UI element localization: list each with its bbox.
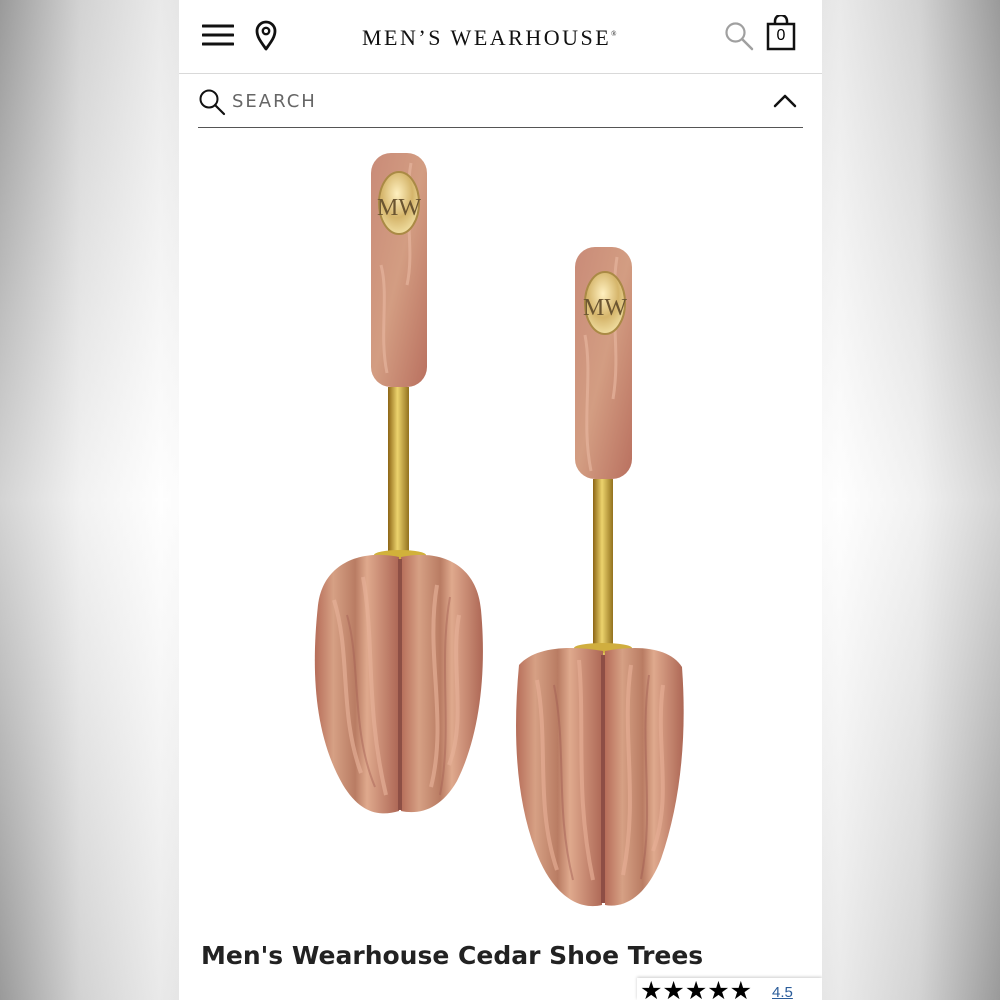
menu-icon[interactable]	[202, 23, 234, 47]
brand-name: MEN’S WEARHOUSE	[362, 25, 612, 50]
product-image-cedar-shoe-trees: MW MW	[314, 153, 684, 907]
chevron-up-icon[interactable]	[772, 91, 798, 109]
registered-mark: ®	[611, 30, 617, 38]
search-icon	[199, 89, 226, 116]
product-rating[interactable]: ★★★★★ 4.5	[637, 978, 822, 1000]
brand-logo[interactable]: MEN’S WEARHOUSE®	[362, 25, 638, 51]
search-input[interactable]	[232, 88, 732, 114]
right-shoe-tree: MW	[516, 247, 684, 907]
shopping-bag-button[interactable]: 0	[766, 15, 796, 51]
location-icon[interactable]	[253, 20, 279, 51]
right-blurred-background	[822, 0, 1000, 1000]
left-blurred-background	[0, 0, 179, 1000]
mw-logo: MW	[377, 195, 421, 221]
cart-count: 0	[776, 27, 786, 44]
search-icon[interactable]	[724, 21, 754, 51]
search-bar	[198, 78, 803, 128]
mw-logo: MW	[583, 295, 627, 321]
product-title: Men's Wearhouse Cedar Shoe Trees	[201, 940, 704, 970]
left-shoe-tree: MW	[314, 153, 483, 814]
site-header: MEN’S WEARHOUSE® 0	[179, 0, 822, 74]
mobile-product-page: MEN’S WEARHOUSE® 0 SEARCH MW MW Men's We…	[179, 0, 822, 1000]
rating-stars: ★★★★★	[640, 977, 753, 1000]
rating-value-link[interactable]: 4.5	[772, 984, 793, 1000]
